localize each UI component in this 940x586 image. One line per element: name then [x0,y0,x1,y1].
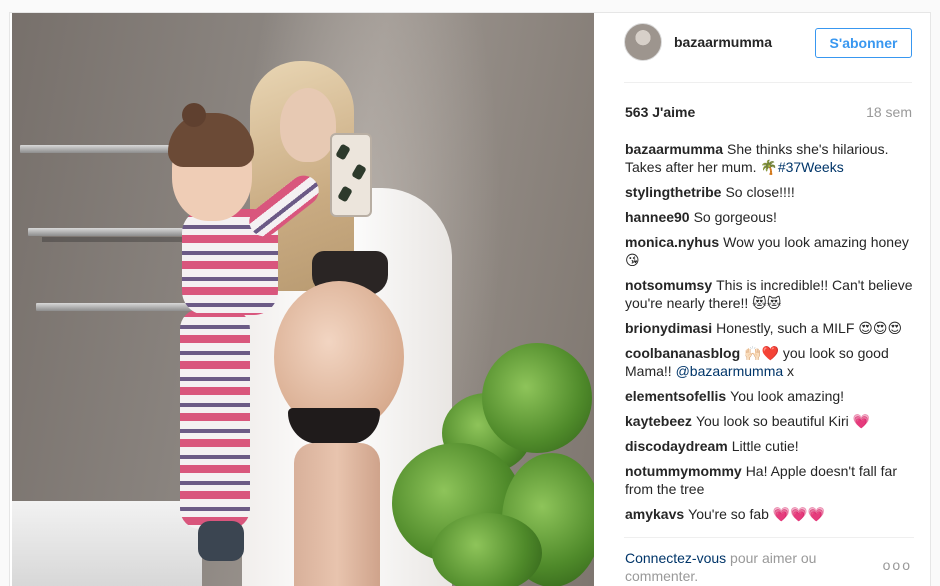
comment-item: hannee90 So gorgeous! [625,208,915,226]
comment-text: You look amazing! [730,388,845,404]
comment-item: kaytebeez You look so beautiful Kiri 💗 [625,412,915,430]
comment-text: x [783,363,795,379]
child-legs [180,309,250,529]
post-photo[interactable] [12,13,594,586]
comment-username[interactable]: notummymommy [625,463,742,479]
face [280,88,336,162]
legs [294,443,380,586]
comment-username[interactable]: stylingthetribe [625,184,721,200]
comment-username[interactable]: notsomumsy [625,277,712,293]
comment-text: So close!!!! [725,184,795,200]
bathroom-counter [12,501,202,586]
comment-text: So gorgeous! [693,209,777,225]
post-header: bazaarmumma S'abonner [624,13,912,83]
comment-username[interactable]: hannee90 [625,209,690,225]
child-hair-bun [182,103,206,127]
login-prompt: Connectez-vous pour aimer ou commenter. [625,549,855,585]
plant-leaves [482,343,592,453]
comment-username[interactable]: monica.nyhus [625,234,719,250]
comment-text: You're so fab 💗💗💗 [688,506,826,522]
comment-item: notummymommy Ha! Apple doesn't fall far f… [625,462,915,498]
comment-username[interactable]: amykavs [625,506,684,522]
comment-username[interactable]: elementsofellis [625,388,726,404]
comment-username[interactable]: bazaarmumma [625,141,723,157]
author-username[interactable]: bazaarmumma [674,34,772,50]
comment-item: discodaydream Little cutie! [625,437,915,455]
comment-username[interactable]: brionydimasi [625,320,712,336]
comment-item: amykavs You're so fab 💗💗💗 [625,505,915,523]
comment-username[interactable]: coolbananasblog [625,345,740,361]
login-link[interactable]: Connectez-vous [625,550,726,566]
comment-text: You look so beautiful Kiri 💗 [695,413,871,429]
comment-item: monica.nyhus Wow you look amazing honey 😘 [625,233,915,269]
comment-item: coolbananasblog 🙌🏻❤️ you look so good Mam… [625,344,915,380]
comments-list[interactable]: bazaarmumma She thinks she's hilarious. T… [625,140,915,538]
comment-item: stylingthetribe So close!!!! [625,183,915,201]
more-options-icon[interactable]: ooo [883,557,912,573]
likes-count[interactable]: 563 J'aime [625,104,695,120]
underwear [288,408,380,444]
comment-item: bazaarmumma She thinks she's hilarious. T… [625,140,915,176]
hashtag-link[interactable]: #37Weeks [778,159,844,175]
comment-username[interactable]: kaytebeez [625,413,692,429]
comment-text: Honestly, such a MILF 😍😍😍 [716,320,903,336]
post-sidebar: bazaarmumma S'abonner 563 J'aime 18 sem … [610,13,930,586]
comment-item: brionydimasi Honestly, such a MILF 😍😍😍 [625,319,915,337]
mention-link[interactable]: @bazaarmumma [676,363,784,379]
follow-button[interactable]: S'abonner [815,28,912,58]
comment-username[interactable]: discodaydream [625,438,728,454]
post-card: bazaarmumma S'abonner 563 J'aime 18 sem … [9,12,931,586]
avatar[interactable] [624,23,662,61]
plant-leaves [432,513,542,586]
comment-text: Little cutie! [731,438,799,454]
comment-item: elementsofellis You look amazing! [625,387,915,405]
comment-item: notsomumsy This is incredible!! Can't bel… [625,276,915,312]
child-sock [198,521,244,561]
post-footer: Connectez-vous pour aimer ou commenter. … [624,537,914,586]
post-age[interactable]: 18 sem [866,104,912,120]
phone [330,133,372,217]
